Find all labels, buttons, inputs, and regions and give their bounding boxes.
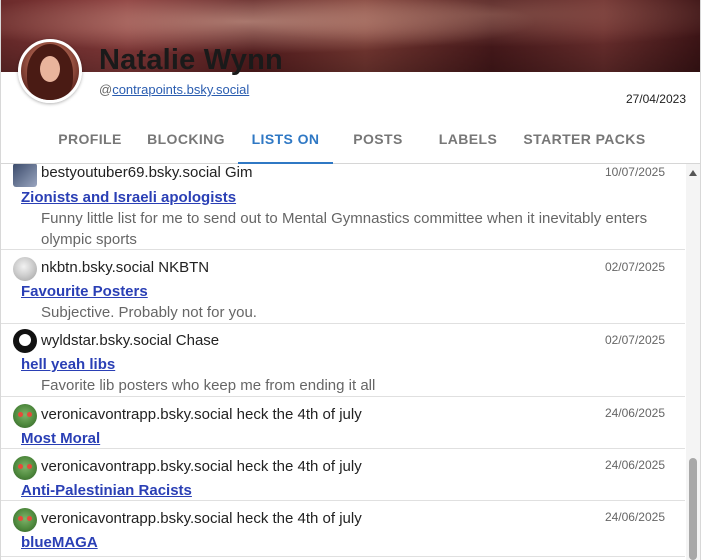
list-description: Favorite lib posters who keep me from en…	[41, 377, 376, 394]
list-owner[interactable]: nkbtn.bsky.social NKBTN	[41, 259, 209, 276]
list-date: 02/07/2025	[604, 260, 665, 274]
user-avatar-icon[interactable]	[13, 456, 37, 480]
profile-avatar[interactable]	[18, 39, 82, 103]
display-name: Natalie Wynn	[99, 44, 283, 76]
list-item: veronicavontrapp.bsky.social heck the 4t…	[1, 449, 685, 501]
list-title[interactable]: Favourite Posters	[21, 283, 148, 300]
lists-on-list: bestyoutuber69.bsky.social Gim 10/07/202…	[1, 164, 687, 560]
list-owner[interactable]: veronicavontrapp.bsky.social heck the 4t…	[41, 458, 362, 475]
list-title[interactable]: blueMAGA	[21, 534, 98, 551]
tab-profile[interactable]: PROFILE	[51, 118, 129, 164]
list-date: 10/07/2025	[604, 165, 665, 179]
list-title[interactable]: hell yeah libs	[21, 356, 115, 373]
scrollbar-thumb[interactable]	[689, 458, 697, 560]
tab-posts[interactable]: POSTS	[347, 118, 409, 164]
list-description: Funny little list for me to send out to …	[41, 210, 648, 248]
avatar-face	[40, 56, 60, 82]
list-title[interactable]: Zionists and Israeli apologists	[21, 189, 236, 206]
user-avatar-icon[interactable]	[13, 164, 37, 187]
tab-blocking[interactable]: BLOCKING	[143, 118, 229, 164]
list-date: 24/06/2025	[604, 510, 665, 524]
user-avatar-icon[interactable]	[13, 508, 37, 532]
list-description: Subjective. Probably not for you.	[41, 304, 257, 321]
handle-link[interactable]: contrapoints.bsky.social	[112, 82, 249, 97]
user-avatar-icon[interactable]	[13, 404, 37, 428]
profile-view: Natalie Wynn @contrapoints.bsky.social 2…	[0, 0, 701, 560]
profile-tabs: PROFILE BLOCKING LISTS ON POSTS LABELS S…	[1, 118, 700, 164]
user-avatar-icon[interactable]	[13, 257, 37, 281]
list-item: bestyoutuber69.bsky.social Gim 10/07/202…	[1, 164, 685, 250]
tab-labels[interactable]: LABELS	[433, 118, 503, 164]
list-date: 02/07/2025	[604, 333, 665, 347]
list-item: veronicavontrapp.bsky.social heck the 4t…	[1, 501, 685, 557]
list-date: 24/06/2025	[604, 458, 665, 472]
user-avatar-icon[interactable]	[13, 329, 37, 353]
list-owner[interactable]: veronicavontrapp.bsky.social heck the 4t…	[41, 510, 362, 527]
tab-starter-packs[interactable]: STARTER PACKS	[521, 118, 648, 164]
list-title[interactable]: Anti-Palestinian Racists	[21, 482, 192, 499]
list-owner[interactable]: bestyoutuber69.bsky.social Gim	[41, 164, 253, 181]
scroll-up-arrow-icon[interactable]	[689, 170, 697, 176]
list-owner[interactable]: wyldstar.bsky.social Chase	[41, 332, 219, 349]
tab-lists-on[interactable]: LISTS ON	[238, 118, 333, 164]
list-title[interactable]: Most Moral	[21, 430, 100, 447]
list-owner[interactable]: veronicavontrapp.bsky.social heck the 4t…	[41, 406, 362, 423]
handle: @contrapoints.bsky.social	[99, 82, 249, 97]
handle-prefix: @	[99, 82, 113, 97]
list-item: veronicavontrapp.bsky.social heck the 4t…	[1, 397, 685, 449]
list-date: 24/06/2025	[604, 406, 665, 420]
list-item: wyldstar.bsky.social Chase 02/07/2025 he…	[1, 324, 685, 397]
joined-date: 27/04/2023	[625, 92, 686, 106]
list-item: nkbtn.bsky.social NKBTN 02/07/2025 Favou…	[1, 250, 685, 324]
